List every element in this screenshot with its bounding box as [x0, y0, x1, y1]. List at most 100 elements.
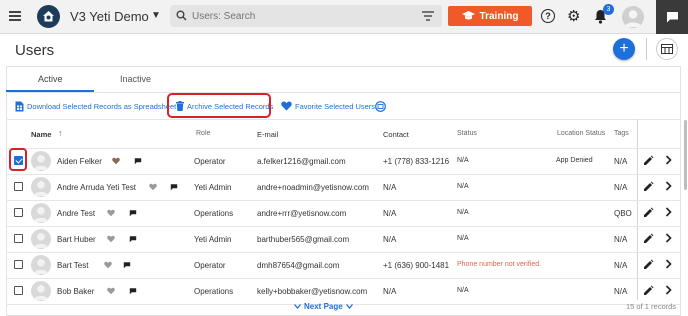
- scrollbar[interactable]: [684, 120, 687, 190]
- table-row[interactable]: Andre Arruda Yeti Test Yeti Admin andre+no…: [6, 175, 681, 199]
- chevron-right-icon[interactable]: [665, 259, 672, 269]
- table-row[interactable]: Bart Huber Yeti Admin barthuber565@gmail.c…: [6, 227, 681, 251]
- chevron-right-icon[interactable]: [665, 285, 672, 295]
- heart-icon[interactable]: [107, 209, 115, 217]
- heart-icon[interactable]: [149, 183, 157, 191]
- app-name[interactable]: V3 Yeti Demo: [70, 9, 149, 24]
- user-email: barthuber565@gmail.com: [257, 235, 350, 244]
- download-spreadsheet-button[interactable]: Download Selected Records as Spreadsheet: [15, 101, 176, 112]
- user-tags: N/A: [614, 287, 628, 296]
- notification-badge: 3: [603, 4, 614, 15]
- chat-bubble-icon[interactable]: [123, 261, 131, 269]
- user-role: Operator: [194, 157, 226, 166]
- chat-bubble-icon[interactable]: [129, 209, 137, 217]
- user-name[interactable]: Bart Huber: [57, 235, 96, 244]
- user-role: Operations: [194, 287, 234, 296]
- logo-icon[interactable]: [37, 5, 60, 28]
- heart-icon[interactable]: [104, 261, 112, 269]
- col-name[interactable]: Name: [31, 130, 51, 139]
- chevron-right-icon[interactable]: [665, 181, 672, 191]
- col-role[interactable]: Role: [196, 130, 210, 137]
- chat-bubble-icon[interactable]: [170, 183, 178, 191]
- avatar: [31, 281, 51, 301]
- user-name[interactable]: Andre Test: [57, 209, 95, 218]
- heart-icon: [281, 101, 292, 111]
- edit-icon[interactable]: [643, 233, 654, 244]
- user-contact: +1 (636) 900-1481: [383, 261, 450, 270]
- tab-inactive[interactable]: Inactive: [120, 74, 151, 84]
- edit-icon[interactable]: [643, 155, 654, 166]
- graduation-cap-icon: [461, 11, 475, 20]
- row-checkbox[interactable]: [14, 182, 23, 191]
- row-checkbox[interactable]: [14, 234, 23, 243]
- chevron-right-icon[interactable]: [665, 155, 672, 165]
- training-button[interactable]: Training: [448, 6, 532, 26]
- col-contact[interactable]: Contact: [383, 130, 409, 139]
- user-contact: N/A: [383, 235, 397, 244]
- user-status: N/A: [457, 183, 469, 190]
- user-name[interactable]: Bob Baker: [57, 287, 94, 296]
- training-label: Training: [479, 10, 519, 22]
- chevron-down-icon: [294, 304, 301, 309]
- heart-icon[interactable]: [107, 235, 115, 243]
- header-top-line: [6, 119, 681, 120]
- badge-toggle-button[interactable]: [375, 101, 386, 112]
- table-view-button[interactable]: [656, 38, 678, 60]
- row-checkbox[interactable]: [14, 260, 23, 269]
- edit-icon[interactable]: [643, 181, 654, 192]
- row-checkbox[interactable]: [14, 286, 23, 295]
- chat-bubble-icon[interactable]: [129, 287, 137, 295]
- sort-arrow-icon[interactable]: ↑: [58, 128, 63, 138]
- edit-icon[interactable]: [643, 285, 654, 296]
- user-email: dmh87654@gmail.com: [257, 261, 340, 270]
- chevron-down-icon[interactable]: ▼: [151, 10, 161, 21]
- next-page-button[interactable]: Next Page: [294, 302, 353, 311]
- table-row[interactable]: Aiden Felker Operator a.felker1216@gmail.c…: [6, 149, 681, 173]
- table-row[interactable]: Andre Test Operations andre+rrr@yetisnow.c…: [6, 201, 681, 225]
- page-title: Users: [15, 42, 55, 59]
- col-tags[interactable]: Tags: [614, 130, 629, 137]
- col-status[interactable]: Status: [457, 130, 477, 137]
- user-email: kelly+bobbaker@yetisnow.com: [257, 287, 368, 296]
- user-tags: N/A: [614, 235, 628, 244]
- search-bar[interactable]: [170, 5, 442, 27]
- row-checkbox[interactable]: [14, 208, 23, 217]
- favorite-selected-button[interactable]: Favorite Selected Users: [281, 101, 375, 111]
- user-contact: N/A: [383, 209, 397, 218]
- spreadsheet-icon: [15, 101, 24, 112]
- user-role: Operator: [194, 261, 226, 270]
- filter-icon[interactable]: [422, 11, 434, 21]
- user-tags: QBO: [614, 209, 632, 218]
- chevron-right-icon[interactable]: [665, 207, 672, 217]
- chevron-right-icon[interactable]: [665, 233, 672, 243]
- table-row[interactable]: Bob Baker Operations kelly+bobbaker@yetisn…: [6, 279, 681, 303]
- heart-icon[interactable]: [107, 287, 115, 295]
- chat-bubble-icon[interactable]: [134, 157, 142, 165]
- search-input[interactable]: [192, 8, 392, 24]
- user-status: N/A: [457, 157, 469, 164]
- add-user-button[interactable]: +: [613, 38, 635, 60]
- user-contact: +1 (778) 833-1216: [383, 157, 450, 166]
- user-email: andre+rrr@yetisnow.com: [257, 209, 347, 218]
- col-location-status[interactable]: Location Status: [557, 130, 605, 137]
- menu-icon[interactable]: [9, 11, 21, 21]
- heart-icon[interactable]: [112, 157, 120, 165]
- user-avatar-icon[interactable]: [622, 6, 644, 28]
- badge-icon: [375, 101, 386, 112]
- avatar: [31, 255, 51, 275]
- tab-active[interactable]: Active: [38, 74, 63, 84]
- user-name[interactable]: Aiden Felker: [57, 157, 102, 166]
- edit-icon[interactable]: [643, 207, 654, 218]
- avatar: [31, 151, 51, 171]
- user-name[interactable]: Bart Test: [57, 261, 88, 270]
- user-name[interactable]: Andre Arruda Yeti Test: [57, 183, 136, 192]
- chat-icon[interactable]: [656, 0, 688, 34]
- help-icon[interactable]: ?: [541, 9, 555, 23]
- table-row[interactable]: Bart Test Operator dmh87654@gmail.com +1 (6…: [6, 253, 681, 277]
- gear-icon[interactable]: ⚙: [567, 9, 580, 24]
- edit-icon[interactable]: [643, 259, 654, 270]
- col-email[interactable]: E-mail: [257, 130, 278, 139]
- table-view-icon: [661, 44, 673, 54]
- chat-bubble-icon[interactable]: [129, 235, 137, 243]
- next-page-label: Next Page: [304, 302, 343, 311]
